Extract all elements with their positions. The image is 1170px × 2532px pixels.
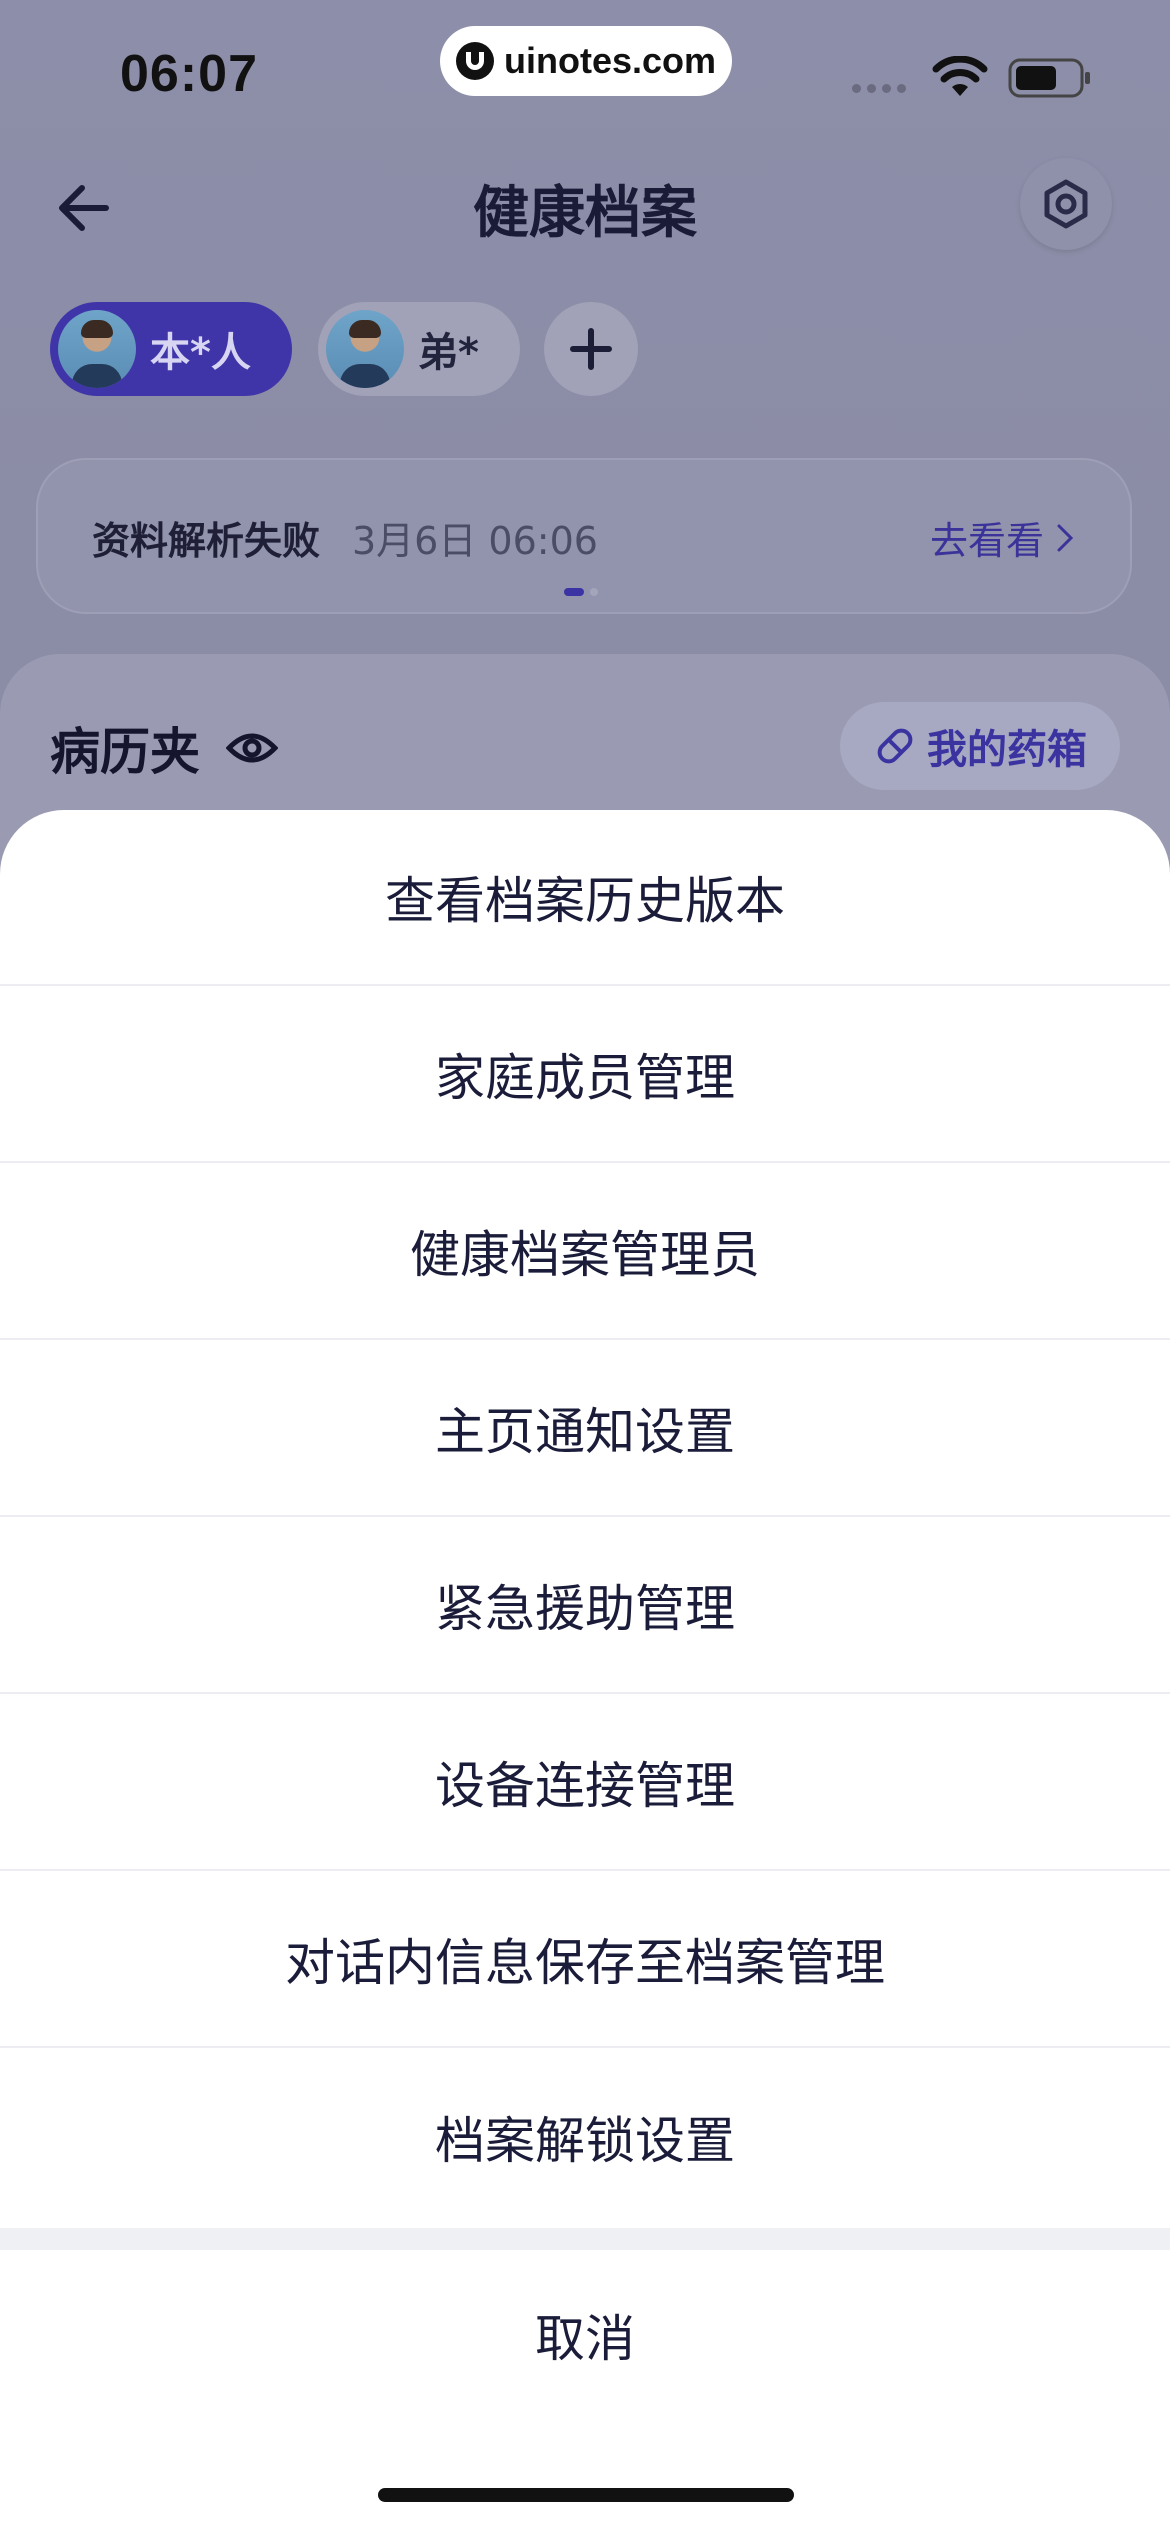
- battery-icon: [1008, 58, 1090, 98]
- notice-title: 资料解析失败: [92, 519, 321, 563]
- option-save-chat-info[interactable]: 对话内信息保存至档案管理: [0, 1872, 1170, 2048]
- sheet-separator: [0, 2228, 1170, 2250]
- pill-icon: [877, 728, 913, 764]
- option-unlock-settings[interactable]: 档案解锁设置: [0, 2049, 1170, 2225]
- watermark-text: uinotes.com: [503, 40, 717, 81]
- notice-link-label: 去看看: [929, 519, 1044, 563]
- chevron-right-icon: [1057, 524, 1074, 551]
- status-bar: 06:07 uinotes.com: [0, 0, 1170, 140]
- option-family-member-management[interactable]: 家庭成员管理: [0, 987, 1170, 1163]
- notice-view-link[interactable]: 去看看: [930, 510, 1074, 565]
- wifi-icon: [932, 56, 988, 96]
- eye-icon[interactable]: [226, 728, 278, 768]
- member-chip-self[interactable]: 本*人: [50, 302, 292, 422]
- top-nav-bar: 健康档案: [0, 150, 1170, 260]
- medbox-label: 我的药箱: [927, 727, 1087, 773]
- avatar: [58, 310, 136, 388]
- home-indicator[interactable]: [378, 2488, 794, 2502]
- carousel-dots: [564, 588, 598, 596]
- member-chip-brother[interactable]: 弟*: [318, 302, 520, 396]
- option-record-administrator[interactable]: 健康档案管理员: [0, 1164, 1170, 1340]
- option-view-history-versions[interactable]: 查看档案历史版本: [0, 810, 1170, 986]
- add-member-button[interactable]: [544, 302, 638, 396]
- cellular-signal-icon: [852, 84, 906, 93]
- my-medicine-box-button[interactable]: 我的药箱: [840, 702, 1120, 790]
- cancel-button[interactable]: 取消: [0, 2250, 1170, 2420]
- plus-icon: [570, 328, 612, 370]
- member-name: 本*人: [150, 330, 251, 376]
- option-device-connection[interactable]: 设备连接管理: [0, 1695, 1170, 1871]
- parse-failed-notice[interactable]: 资料解析失败 3月6日 06:06 去看看: [36, 458, 1132, 614]
- watermark-badge: uinotes.com: [440, 26, 732, 96]
- notice-timestamp: 3月6日 06:06: [352, 519, 598, 563]
- watermark-logo-icon: [455, 42, 494, 80]
- more-options-action-sheet: 查看档案历史版本 家庭成员管理 健康档案管理员 主页通知设置 紧急援助管理 设备…: [0, 810, 1170, 2532]
- member-name: 弟*: [418, 330, 479, 376]
- status-time: 06:07: [120, 45, 258, 103]
- avatar: [326, 310, 404, 388]
- option-emergency-assistance[interactable]: 紧急援助管理: [0, 1518, 1170, 1694]
- page-title: 健康档案: [473, 181, 697, 246]
- option-home-notification-settings[interactable]: 主页通知设置: [0, 1341, 1170, 1517]
- records-title: 病历夹: [50, 712, 278, 784]
- records-title-text: 病历夹: [50, 723, 200, 781]
- settings-button[interactable]: [1020, 158, 1112, 250]
- settings-hexagon-icon: [1044, 179, 1088, 229]
- active-member-pointer: [142, 370, 194, 422]
